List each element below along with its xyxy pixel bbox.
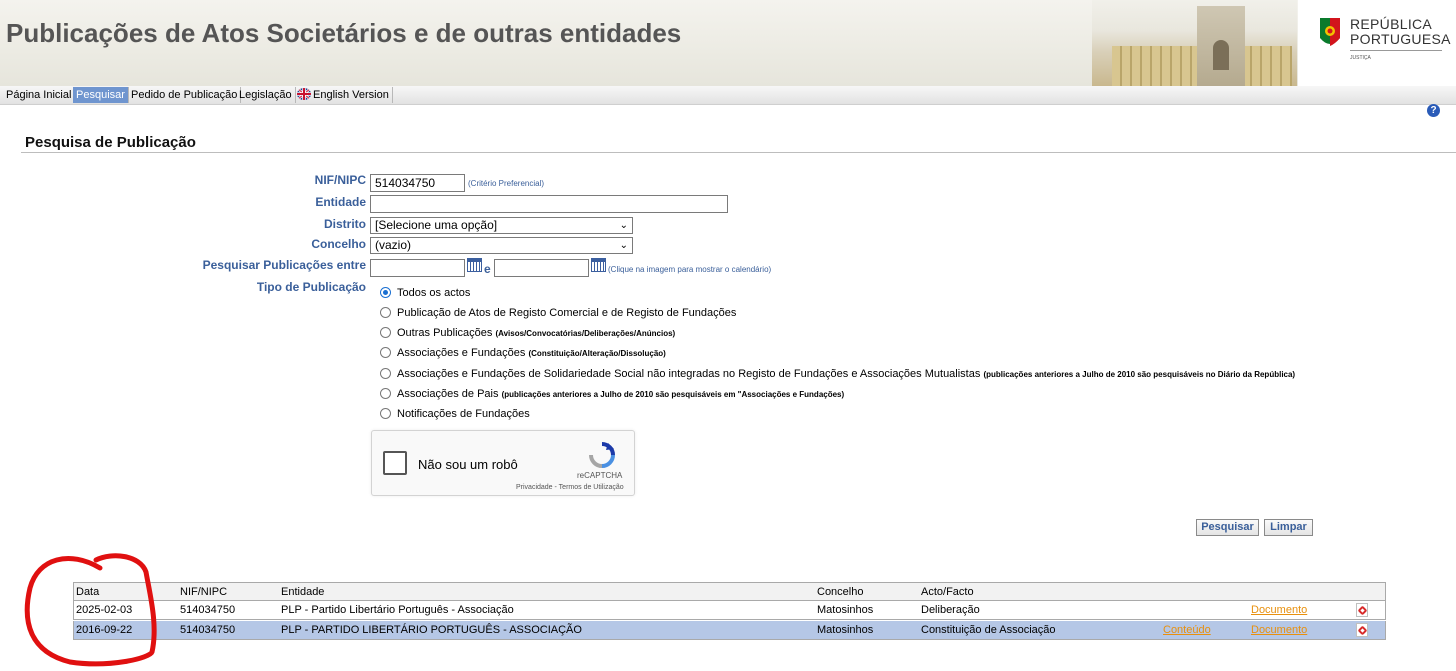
- distrito-label: Distrito: [324, 217, 366, 231]
- concelho-label: Concelho: [311, 237, 366, 251]
- conteudo-link[interactable]: Conteúdo: [1163, 624, 1211, 636]
- help-icon[interactable]: ?: [1427, 104, 1440, 117]
- radio-label: Associações de Pais (publicações anterio…: [397, 388, 845, 400]
- date-separator: e: [484, 262, 491, 276]
- documento-link[interactable]: Documento: [1251, 604, 1307, 616]
- nif-hint: (Critério Preferencial): [468, 179, 545, 188]
- uk-flag-icon: [297, 88, 311, 100]
- radio-button[interactable]: [380, 388, 391, 399]
- row-nif: 514034750: [180, 604, 236, 616]
- chevron-down-icon: ⌄: [619, 220, 628, 231]
- concelho-selected: (vazio): [375, 238, 412, 252]
- date-hint: (Clique na imagem para mostrar o calendá…: [608, 265, 772, 274]
- col-concelho[interactable]: Concelho: [817, 586, 863, 598]
- row-concelho: Matosinhos: [817, 604, 874, 616]
- entidade-input[interactable]: [370, 195, 728, 213]
- portugal-emblem-icon: [1320, 18, 1340, 46]
- logo-line-1: REPÚBLICA: [1350, 16, 1433, 32]
- radio-button[interactable]: [380, 307, 391, 318]
- nav-pagina-inicial[interactable]: Página Inicial: [3, 87, 76, 103]
- col-data[interactable]: Data: [76, 586, 99, 598]
- datas-label: Pesquisar Publicações entre: [202, 258, 366, 272]
- nav-english-label: English Version: [313, 89, 389, 101]
- page-title: Pesquisa de Publicação: [25, 134, 196, 151]
- recaptcha-links[interactable]: Privacidade - Termos de Utilização: [516, 484, 624, 491]
- recaptcha-logo-icon: [589, 442, 615, 468]
- row-entidade: PLP - Partido Libertário Português - Ass…: [281, 604, 514, 616]
- calendar-icon[interactable]: [591, 258, 606, 272]
- radio-button[interactable]: [380, 368, 391, 379]
- row-acto: Deliberação: [921, 604, 980, 616]
- concelho-select[interactable]: (vazio) ⌄: [370, 237, 633, 254]
- date-from-input[interactable]: [370, 259, 465, 277]
- col-acto[interactable]: Acto/Facto: [921, 586, 974, 598]
- entidade-label: Entidade: [315, 195, 366, 209]
- radio-label: Associações e Fundações (Constituição/Al…: [397, 347, 666, 359]
- radio-label: Associações e Fundações de Solidariedade…: [397, 368, 1296, 380]
- calendar-icon[interactable]: [467, 258, 482, 272]
- table-row[interactable]: 2025-02-03 514034750 PLP - Partido Liber…: [73, 601, 1386, 620]
- clear-button[interactable]: Limpar: [1264, 519, 1313, 536]
- date-to-input[interactable]: [494, 259, 589, 277]
- tipo-label: Tipo de Publicação: [256, 280, 366, 294]
- row-entidade: PLP - PARTIDO LIBERTÁRIO PORTUGUÊS - ASS…: [281, 624, 582, 636]
- nif-input[interactable]: [370, 174, 465, 192]
- photo-arch: [1197, 6, 1245, 86]
- pdf-icon[interactable]: [1356, 603, 1368, 617]
- heading-divider: [21, 152, 1456, 153]
- col-nif[interactable]: NIF/NIPC: [180, 586, 227, 598]
- recaptcha-label: Não sou um robô: [418, 457, 518, 472]
- logo-line-2: PORTUGUESA: [1350, 31, 1451, 47]
- logo-divider: [1350, 50, 1442, 51]
- radio-button[interactable]: [380, 408, 391, 419]
- radio-button[interactable]: [380, 287, 391, 298]
- nav-legislacao[interactable]: Legislação: [236, 87, 296, 103]
- col-entidade[interactable]: Entidade: [281, 586, 324, 598]
- nav-english-version[interactable]: English Version: [294, 87, 393, 103]
- nav-pedido-publicacao[interactable]: Pedido de Publicação: [128, 87, 242, 103]
- pdf-icon[interactable]: [1356, 623, 1368, 637]
- documento-link[interactable]: Documento: [1251, 624, 1307, 636]
- radio-label: Publicação de Atos de Registo Comercial …: [397, 307, 737, 319]
- radio-label: Todos os actos: [397, 287, 471, 299]
- distrito-selected: [Selecione uma opção]: [375, 218, 498, 232]
- recaptcha-widget: Não sou um robô reCAPTCHA Privacidade - …: [371, 430, 635, 496]
- distrito-select[interactable]: [Selecione uma opção] ⌄: [370, 217, 633, 234]
- site-title: Publicações de Atos Societários e de out…: [6, 18, 682, 48]
- row-data: 2025-02-03: [76, 604, 133, 616]
- recaptcha-brand: reCAPTCHA: [577, 471, 623, 480]
- republica-logo[interactable]: REPÚBLICA PORTUGUESA JUSTIÇA: [1298, 0, 1456, 86]
- nav-pesquisar[interactable]: Pesquisar: [73, 87, 129, 103]
- main-nav: Página Inicial Pesquisar Pedido de Publi…: [0, 86, 1456, 105]
- table-header: Data NIF/NIPC Entidade Concelho Acto/Fac…: [73, 582, 1386, 601]
- search-button[interactable]: Pesquisar: [1196, 519, 1259, 536]
- header-photo: [1092, 0, 1297, 86]
- nif-label: NIF/NIPC: [314, 173, 366, 187]
- radio-label: Outras Publicações (Avisos/Convocatórias…: [397, 327, 676, 339]
- site-header: Publicações de Atos Societários e de out…: [0, 0, 1456, 86]
- row-nif: 514034750: [180, 624, 236, 636]
- row-concelho: Matosinhos: [817, 624, 874, 636]
- radio-label: Notificações de Fundações: [397, 408, 530, 420]
- chevron-down-icon: ⌄: [619, 240, 628, 251]
- radio-button[interactable]: [380, 347, 391, 358]
- row-acto: Constituição de Associação: [921, 624, 1056, 636]
- logo-line-3: JUSTIÇA: [1350, 55, 1371, 61]
- recaptcha-checkbox[interactable]: [383, 451, 407, 475]
- table-row[interactable]: 2016-09-22 514034750 PLP - PARTIDO LIBER…: [73, 621, 1386, 640]
- row-data: 2016-09-22: [76, 624, 133, 636]
- radio-button[interactable]: [380, 327, 391, 338]
